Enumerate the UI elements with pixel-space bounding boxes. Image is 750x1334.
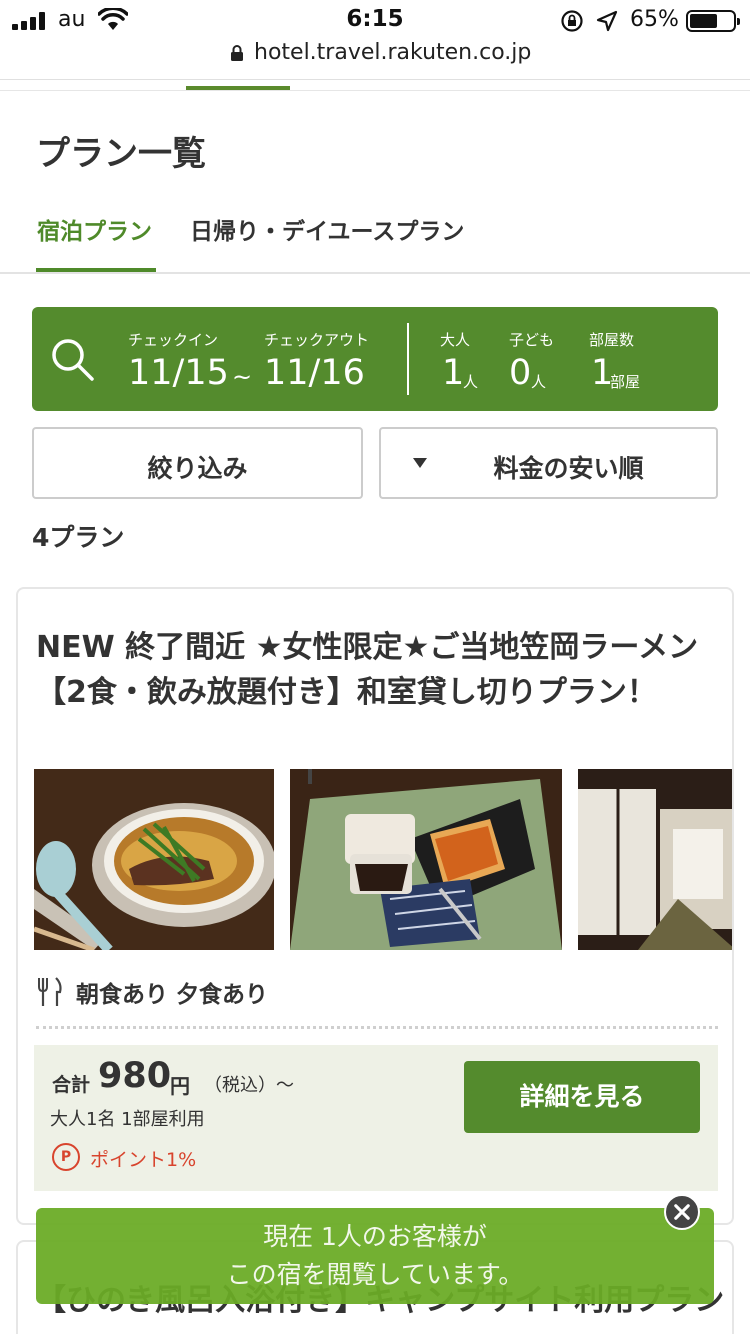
price-amount: 980: [98, 1056, 172, 1096]
coffee-toast-photo[interactable]: [290, 769, 562, 950]
search-divider: [407, 323, 409, 395]
toast-line-2: この宿を閲覧しています。: [226, 1260, 524, 1289]
adults-unit: 人: [463, 373, 479, 391]
search-conditions-box[interactable]: チェックイン 11/15 ~ チェックアウト 11/16 大人 1 人 子ども …: [32, 307, 718, 411]
tab-day-use-plans[interactable]: 日帰り・デイユースプラン: [190, 212, 464, 246]
occupancy-info: 大人1名 1部屋利用: [50, 1109, 205, 1130]
adults-label: 大人: [440, 331, 471, 349]
ramen-photo[interactable]: [34, 769, 274, 950]
dotted-divider: [36, 1026, 718, 1029]
orientation-lock-icon: [561, 10, 583, 32]
header-divider: [0, 90, 750, 91]
close-icon[interactable]: [664, 1194, 700, 1230]
url-text: hotel.travel.rakuten.co.jp: [254, 40, 532, 65]
battery-percent: 65%: [630, 7, 679, 32]
children-count: 0: [509, 353, 532, 393]
checkout-label: チェックアウト: [264, 331, 370, 349]
date-range-separator: ~: [232, 363, 253, 391]
sort-dropdown[interactable]: 料金の安い順: [379, 427, 718, 499]
sort-dropdown-label: 料金の安い順: [493, 454, 644, 483]
location-arrow-icon: [596, 10, 618, 32]
tax-note: （税込）～: [204, 1075, 294, 1096]
browser-url-bar[interactable]: hotel.travel.rakuten.co.jp: [0, 40, 750, 80]
filter-button-label: 絞り込み: [147, 454, 248, 483]
checkin-label: チェックイン: [128, 331, 219, 349]
adults-count: 1: [442, 353, 465, 393]
tab-stay-plans[interactable]: 宿泊プラン: [37, 212, 152, 246]
view-details-button[interactable]: 詳細を見る: [464, 1061, 700, 1133]
page-title: プラン一覧: [36, 134, 206, 174]
point-badge-icon: P: [52, 1143, 80, 1171]
plan-card[interactable]: NEW 終了間近 ★女性限定★ご当地笠岡ラーメン【2食・飲み放題付き】和室貸し切…: [16, 587, 734, 1225]
rooms-label: 部屋数: [589, 331, 635, 349]
japanese-room-photo[interactable]: [578, 769, 732, 950]
price-currency: 円: [170, 1074, 190, 1098]
meal-info: 朝食あり 夕食あり: [76, 982, 269, 1008]
checkin-date: 11/15: [128, 353, 229, 393]
plan-count: 4プラン: [32, 523, 125, 552]
point-rate: ポイント1%: [90, 1149, 197, 1171]
rooms-unit: 部屋: [610, 373, 641, 391]
tabs-divider: [0, 272, 750, 274]
viewer-notification-toast: 現在 1人のお客様が この宿を閲覧しています。: [36, 1208, 714, 1304]
filter-button[interactable]: 絞り込み: [32, 427, 363, 499]
children-unit: 人: [531, 373, 547, 391]
status-bar: au 6:15 65%: [0, 0, 750, 40]
search-icon: [52, 339, 94, 381]
fork-knife-icon: [38, 977, 62, 1006]
price-section: 合計 980 円 （税込）～ 大人1名 1部屋利用 P ポイント1% 詳細を見る: [34, 1045, 718, 1191]
lock-icon: [231, 45, 243, 61]
toast-line-1: 現在 1人のお客様が: [263, 1222, 487, 1251]
total-label: 合計: [52, 1074, 91, 1096]
children-label: 子ども: [509, 331, 555, 349]
plan-title[interactable]: NEW 終了間近 ★女性限定★ご当地笠岡ラーメン【2食・飲み放題付き】和室貸し切…: [36, 625, 726, 715]
battery-icon: [686, 10, 740, 32]
checkout-date: 11/16: [264, 353, 365, 393]
